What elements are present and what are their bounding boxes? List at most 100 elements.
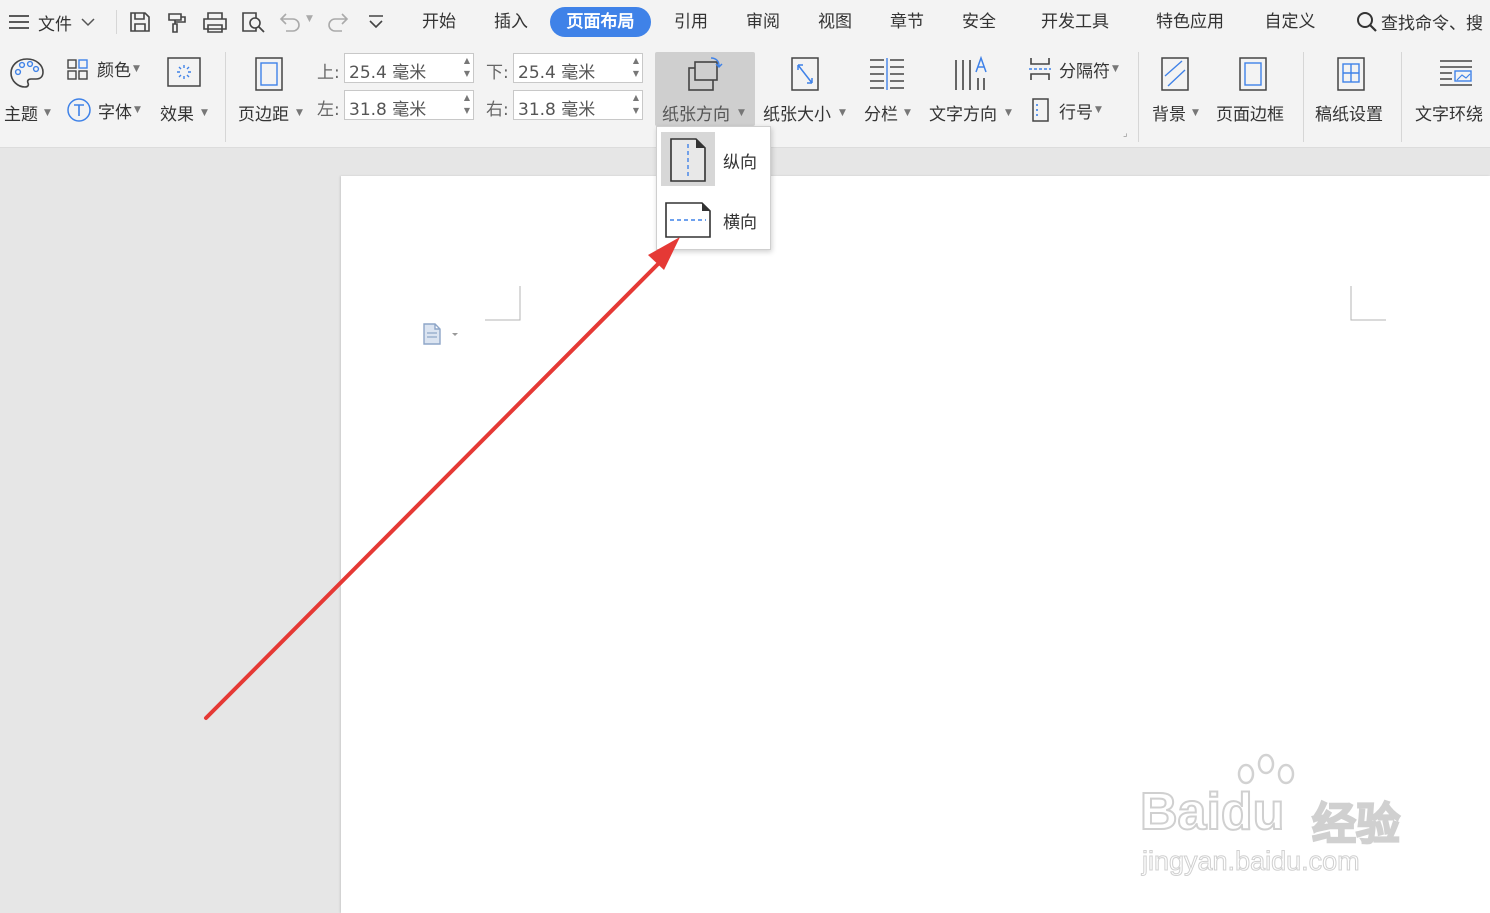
margin-right-label: 右:: [486, 100, 509, 120]
tab-section[interactable]: 章节: [878, 7, 936, 37]
effect-button[interactable]: 效果 ▼: [160, 52, 214, 130]
spin-up-icon[interactable]: ▲: [633, 93, 639, 102]
tab-developer[interactable]: 开发工具: [1030, 7, 1120, 37]
caret-icon: ▼: [44, 108, 51, 118]
margin-bottom-input[interactable]: 25.4 毫米 ▲ ▼: [513, 53, 643, 83]
hamburger-icon: [9, 15, 29, 29]
tab-references[interactable]: 引用: [662, 7, 720, 37]
color-button[interactable]: 颜色 ▼: [66, 56, 140, 81]
margin-top-label: 上:: [317, 63, 340, 83]
command-search[interactable]: 查找命令、搜: [1355, 9, 1483, 34]
breaks-button[interactable]: 分隔符 ▼: [1028, 56, 1119, 82]
orientation-label: 纸张方向: [662, 105, 730, 125]
orientation-button[interactable]: 纸张方向 ▼: [655, 52, 755, 126]
background-button[interactable]: 背景 ▼: [1148, 52, 1204, 130]
text-direction-icon: [955, 55, 987, 90]
margin-left-value: 31.8 毫米: [349, 100, 427, 120]
columns-icon: [870, 58, 904, 90]
spin-down-icon[interactable]: ▼: [464, 69, 470, 78]
watermark-brand: Baidu: [1139, 782, 1285, 842]
spin-down-icon[interactable]: ▼: [633, 106, 639, 115]
tab-review[interactable]: 审阅: [734, 7, 792, 37]
columns-button[interactable]: 分栏 ▼: [862, 52, 918, 130]
theme-label: 主题: [4, 105, 38, 125]
print-icon[interactable]: [202, 10, 228, 34]
text-wrap-label: 文字环绕: [1415, 105, 1483, 125]
margins-icon: [255, 57, 283, 91]
text-wrap-icon: [1440, 60, 1472, 86]
manuscript-settings-button[interactable]: 稿纸设置: [1312, 52, 1392, 130]
orientation-icon: [688, 57, 723, 91]
manuscript-label: 稿纸设置: [1315, 105, 1383, 125]
caret-icon: ▼: [904, 108, 911, 118]
tab-special[interactable]: 特色应用: [1145, 7, 1235, 37]
corner-mark-top-left: [485, 286, 521, 321]
margin-top-input[interactable]: 25.4 毫米 ▲ ▼: [344, 53, 474, 83]
palette-icon: [10, 58, 44, 88]
caret-icon: ▼: [839, 108, 846, 118]
landscape-label: 横向: [723, 213, 757, 233]
color-scheme-icon: [67, 58, 88, 80]
spin-down-icon[interactable]: ▼: [464, 106, 470, 115]
divider: [1138, 52, 1139, 142]
margin-left-label: 左:: [317, 100, 340, 120]
caret-icon: ▼: [1192, 108, 1199, 118]
text-wrap-button[interactable]: 文字环绕: [1410, 52, 1490, 130]
baidu-watermark: Baidu 经验 jingyan.baidu.com: [1139, 748, 1420, 888]
paragraph-options-icon[interactable]: [421, 322, 463, 346]
paper-size-button[interactable]: 纸张大小 ▼: [762, 52, 850, 130]
caret-icon: ▼: [296, 108, 303, 118]
tab-page-layout[interactable]: 页面布局: [550, 7, 651, 37]
caret-icon: ▼: [134, 105, 141, 115]
save-icon[interactable]: [128, 10, 152, 34]
page-border-button[interactable]: 页面边框: [1214, 52, 1294, 130]
redo-icon[interactable]: [326, 10, 350, 34]
page-setup-launcher-icon[interactable]: ⌟: [1123, 128, 1128, 139]
caret-icon: ▼: [738, 108, 745, 118]
paper-size-icon: [791, 57, 819, 91]
orientation-portrait-option[interactable]: 纵向: [661, 132, 768, 186]
margins-button[interactable]: 页边距 ▼: [234, 52, 306, 130]
caret-icon: ▼: [1095, 105, 1102, 115]
spin-up-icon[interactable]: ▲: [633, 56, 639, 65]
page-break-icon: [1029, 58, 1051, 80]
spin-up-icon[interactable]: ▲: [464, 56, 470, 65]
line-numbers-button[interactable]: 行号 ▼: [1030, 97, 1102, 123]
watermark-brand-cn: 经验: [1311, 798, 1401, 851]
background-icon: [1161, 57, 1189, 91]
text-direction-button[interactable]: 文字方向 ▼: [928, 52, 1016, 130]
tab-view[interactable]: 视图: [806, 7, 864, 37]
effect-label: 效果: [160, 105, 194, 125]
color-label: 颜色: [97, 61, 131, 81]
caret-icon: ▼: [201, 108, 208, 118]
undo-dropdown-icon[interactable]: ▼: [306, 14, 313, 24]
margin-right-value: 31.8 毫米: [518, 100, 596, 120]
customize-toolbar-icon[interactable]: [367, 14, 385, 30]
margin-bottom-value: 25.4 毫米: [518, 63, 596, 83]
background-label: 背景: [1152, 105, 1186, 125]
portrait-page-icon: [670, 138, 706, 182]
format-painter-icon[interactable]: [165, 10, 189, 34]
font-button[interactable]: 字体 ▼: [66, 97, 141, 123]
orientation-landscape-option[interactable]: 横向: [661, 192, 768, 246]
page-border-label: 页面边框: [1216, 105, 1284, 125]
file-menu-button[interactable]: 文件: [8, 8, 96, 36]
undo-icon[interactable]: [278, 10, 302, 34]
theme-button[interactable]: 主题 ▼: [2, 52, 56, 130]
portrait-label: 纵向: [723, 153, 757, 173]
spin-down-icon[interactable]: ▼: [633, 69, 639, 78]
print-preview-icon[interactable]: [240, 10, 266, 34]
tab-insert[interactable]: 插入: [482, 7, 540, 37]
text-direction-label: 文字方向: [929, 105, 997, 125]
margin-top-value: 25.4 毫米: [349, 63, 427, 83]
caret-icon: ▼: [133, 63, 140, 74]
effects-icon: [167, 57, 201, 87]
divider: [116, 10, 117, 34]
spin-up-icon[interactable]: ▲: [464, 93, 470, 102]
tab-security[interactable]: 安全: [950, 7, 1008, 37]
margin-left-input[interactable]: 31.8 毫米 ▲ ▼: [344, 90, 474, 120]
margin-right-input[interactable]: 31.8 毫米 ▲ ▼: [513, 90, 643, 120]
tab-custom[interactable]: 自定义: [1254, 7, 1326, 37]
tab-home[interactable]: 开始: [410, 7, 468, 37]
search-placeholder: 查找命令、搜: [1381, 14, 1483, 34]
